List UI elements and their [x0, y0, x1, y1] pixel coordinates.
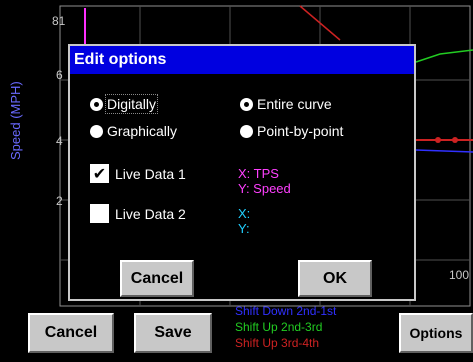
cancel-button[interactable]: Cancel [28, 313, 114, 353]
radio-selected-icon [90, 97, 103, 111]
y-tick: 81 [52, 14, 66, 28]
legend-item: Shift Up 2nd-3rd [235, 320, 323, 334]
checkbox-live-data-2[interactable]: Live Data 2 [90, 204, 186, 223]
radio-label: Graphically [107, 123, 178, 139]
x-axis-source: X: [238, 206, 251, 221]
options-button[interactable]: Options [399, 313, 473, 353]
dialog-cancel-button[interactable]: Cancel [120, 260, 194, 297]
y-axis-label: Speed (MPH) [8, 81, 23, 160]
checkbox-live-data-1[interactable]: ✔ Live Data 1 [90, 164, 186, 183]
radio-selected-icon [240, 97, 253, 111]
radio-unselected-icon [240, 124, 253, 138]
radio-label: Entire curve [257, 96, 332, 112]
edit-options-dialog: Edit options Digitally Graphically Entir… [68, 44, 416, 301]
save-button[interactable]: Save [134, 313, 212, 353]
y-tick: 4 [56, 134, 63, 148]
checkmark-icon: ✔ [90, 164, 109, 183]
x-tick: 100 [449, 268, 470, 282]
live-data-2-axes: X: Y: [238, 206, 250, 236]
legend-item: Shift Down 2nd-1st [235, 304, 337, 318]
dialog-title: Edit options [70, 46, 414, 74]
checkbox-empty-icon [90, 204, 109, 223]
radio-point-by-point[interactable]: Point-by-point [240, 123, 343, 139]
radio-label: Digitally [104, 94, 159, 114]
live-data-1-axes: X: TPS Y: Speed [238, 166, 291, 196]
y-axis-source: Y: [238, 221, 250, 236]
y-tick: 6 [56, 68, 63, 82]
radio-label: Point-by-point [257, 123, 344, 139]
checkbox-label: Live Data 2 [115, 205, 186, 222]
checkbox-label: Live Data 1 [115, 165, 186, 182]
dialog-ok-button[interactable]: OK [298, 260, 372, 297]
y-tick: 2 [56, 194, 63, 208]
radio-unselected-icon [90, 124, 103, 138]
y-axis-source: Y: Speed [238, 181, 291, 196]
x-axis-source: X: TPS [238, 166, 279, 181]
radio-digitally[interactable]: Digitally [90, 94, 159, 114]
legend-item: Shift Up 3rd-4th [235, 336, 320, 350]
radio-entire-curve[interactable]: Entire curve [240, 96, 332, 112]
radio-graphically[interactable]: Graphically [90, 123, 177, 139]
